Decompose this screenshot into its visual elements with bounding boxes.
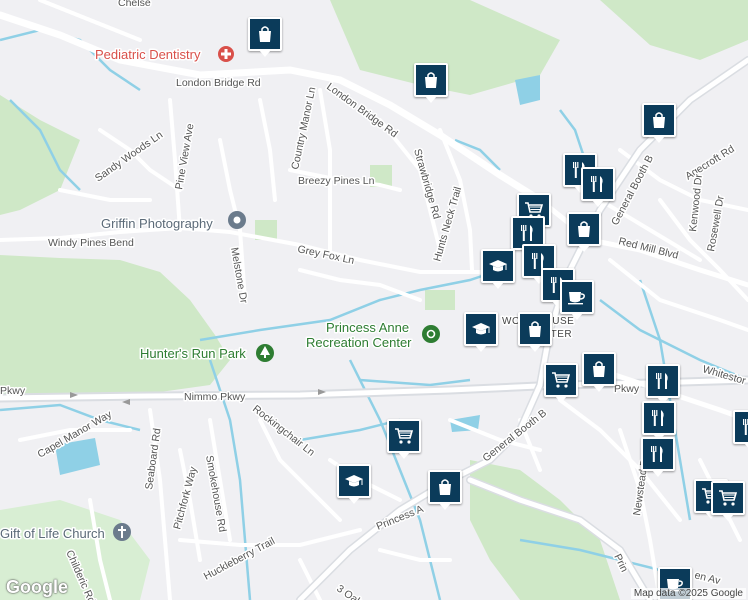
park-small-3	[425, 290, 455, 310]
road-label-strawbridge-rd: Strawbridge Rd	[411, 148, 443, 221]
shopping-cart-icon	[718, 489, 738, 507]
road-label-red-mill-blvd: Red Mill Blvd	[617, 235, 680, 262]
pond-east	[515, 75, 540, 105]
shopping-bag-icon	[590, 360, 608, 378]
map-marker-coffee[interactable]	[560, 280, 594, 320]
restaurant-icon	[519, 224, 537, 242]
map-marker-shopping-bag[interactable]	[567, 212, 601, 252]
map-marker-shopping-bag[interactable]	[414, 63, 448, 103]
map-marker-shopping-bag[interactable]	[518, 312, 552, 352]
road-label-melstone-dr: Melstone Dr	[228, 246, 250, 304]
place-label-griffin-photography: Griffin Photography	[101, 216, 213, 231]
camera-pin-icon	[228, 211, 246, 229]
place-label-gift-of-life-church: Gift of Life Church	[0, 526, 105, 541]
park-area-northeast	[600, 0, 748, 60]
map-marker-school[interactable]	[481, 249, 515, 289]
map-marker-shopping-cart[interactable]	[711, 481, 745, 521]
road-label-smokehouse-rd: Smokehouse Rd	[203, 454, 228, 533]
road-label-agecroft-rd: Agecroft Rd	[683, 143, 737, 183]
road-label-rockingchair-ln: Rockingchair Ln	[250, 403, 317, 459]
shopping-cart-icon	[551, 371, 571, 389]
map-marker-restaurant[interactable]	[646, 364, 680, 404]
restaurant-icon	[650, 409, 668, 427]
map-marker-school[interactable]	[464, 312, 498, 352]
school-icon	[471, 320, 491, 338]
map-attribution[interactable]: Map data ©2025 Google	[630, 588, 746, 599]
road-label-sandy-woods-ln: Sandy Woods Ln	[93, 129, 165, 185]
shopping-bag-icon	[526, 320, 544, 338]
road-label-nimmo-pkwy: Nimmo Pkwy	[184, 391, 246, 403]
map-marker-restaurant[interactable]	[641, 437, 675, 477]
road-label-breezy-pines-ln: Breezy Pines Ln	[298, 175, 375, 187]
map-marker-shopping-bag[interactable]	[428, 470, 462, 510]
road-label-windy-pines-bend: Windy Pines Bend	[48, 237, 134, 249]
church-pin-icon	[113, 523, 131, 541]
map-marker-shopping-bag[interactable]	[582, 352, 616, 392]
recreation-pin-icon	[422, 325, 440, 343]
restaurant-icon	[649, 445, 667, 463]
road-label-london-bridge-rd-a: London Bridge Rd	[176, 77, 261, 89]
shopping-bag-icon	[575, 220, 593, 238]
map-marker-restaurant[interactable]	[733, 410, 748, 450]
place-label-princess-anne-rec-1: Princess Anne	[326, 320, 409, 335]
google-logo: Google	[6, 577, 68, 597]
map-marker-shopping-cart[interactable]	[387, 419, 421, 459]
road-label-pkwy-right: Pkwy	[614, 383, 640, 395]
map-marker-restaurant[interactable]	[642, 401, 676, 441]
place-label-pediatric-dentistry: Pediatric Dentistry	[95, 47, 201, 62]
park-area-northwest	[0, 95, 80, 215]
road-label-pkwy-left: Pkwy	[0, 385, 26, 397]
road-label-three-oak: 3 Oak	[334, 583, 364, 600]
school-icon	[344, 472, 364, 490]
map-base-layer: Chelse London Bridge Rd London Bridge Rd…	[0, 0, 748, 600]
map-marker-restaurant[interactable]	[581, 167, 615, 207]
hospital-pin-icon	[218, 46, 234, 62]
park-pin-icon	[256, 344, 274, 362]
shopping-bag-icon	[650, 111, 668, 129]
shopping-cart-icon	[394, 427, 414, 445]
shopping-bag-icon	[422, 71, 440, 89]
restaurant-icon	[589, 175, 607, 193]
road-label-grey-fox-ln: Grey Fox Ln	[296, 243, 355, 267]
school-icon	[488, 257, 508, 275]
shopping-bag-icon	[256, 25, 274, 43]
map-canvas[interactable]: Chelse London Bridge Rd London Bridge Rd…	[0, 0, 748, 600]
road-label-chelsea: Chelse	[118, 0, 151, 9]
restaurant-icon	[654, 372, 672, 390]
shopping-bag-icon	[436, 478, 454, 496]
place-label-hunters-run-park: Hunter's Run Park	[140, 346, 246, 361]
park-area-west	[0, 255, 230, 398]
place-label-princess-anne-rec-2: Recreation Center	[306, 335, 412, 350]
map-marker-school[interactable]	[337, 464, 371, 504]
map-marker-shopping-bag[interactable]	[642, 103, 676, 143]
road-label-country-manor-ln: Country Manor Ln	[289, 86, 318, 171]
coffee-icon	[567, 288, 587, 306]
map-marker-shopping-cart[interactable]	[544, 363, 578, 403]
restaurant-icon	[741, 418, 748, 436]
map-marker-shopping-bag[interactable]	[248, 17, 282, 57]
road-label-bottom-right: en Av	[693, 569, 722, 587]
